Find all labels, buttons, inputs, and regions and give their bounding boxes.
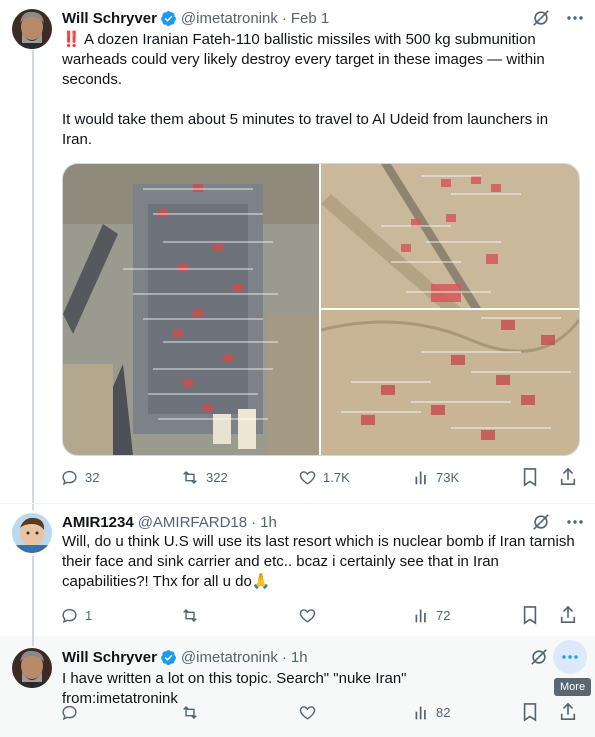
views-count: 73K [436, 469, 460, 485]
author-handle[interactable]: @imetatronink [181, 10, 278, 27]
share-icon[interactable] [559, 467, 577, 492]
repost-icon [183, 705, 197, 719]
views-icon [415, 609, 426, 622]
tweet-header: Will Schryver @imetatronink · Feb 1 [62, 8, 329, 28]
repost-icon [183, 608, 197, 622]
repost-button[interactable] [180, 703, 298, 722]
reply-icon [62, 608, 77, 623]
timestamp[interactable]: 1h [291, 649, 308, 666]
more-tooltip: More [554, 678, 592, 696]
like-button[interactable] [298, 606, 413, 625]
bookmark-share-group [521, 702, 577, 727]
tweet-header: AMIR1234 @AMIRFARD18 · 1h [62, 512, 277, 532]
author-handle[interactable]: @AMIRFARD18 [138, 514, 247, 531]
tweet-text-paragraph-1: A dozen Iranian Fateh-110 ballistic miss… [62, 31, 545, 88]
like-button[interactable] [298, 703, 413, 722]
grok-icon[interactable] [529, 647, 549, 667]
tweet-text: Will, do u think U.S will use its last r… [62, 533, 575, 590]
timestamp[interactable]: 1h [260, 514, 277, 531]
tweet-actions: 1 72 [60, 605, 583, 625]
bookmark-share-group [521, 605, 577, 630]
reply-count: 32 [85, 469, 100, 485]
tweet-text-paragraph-2: It would take them about 5 minutes to tr… [62, 111, 549, 148]
thread-line-3 [32, 636, 34, 646]
more-icon[interactable] [565, 512, 585, 532]
verified-badge-icon [160, 10, 177, 27]
grok-icon[interactable] [531, 512, 551, 532]
verified-badge-icon [160, 649, 177, 666]
views-count: 82 [436, 704, 451, 720]
timestamp[interactable]: Feb 1 [291, 10, 329, 27]
repost-button[interactable]: 322 [180, 468, 298, 487]
avatar[interactable] [12, 9, 52, 49]
media-grid[interactable] [62, 163, 580, 456]
repost-button[interactable] [180, 606, 298, 625]
repost-count: 322 [206, 469, 228, 485]
author-name[interactable]: AMIR1234 [62, 514, 134, 531]
views-button[interactable]: 73K [413, 469, 523, 486]
like-count: 1.7K [323, 469, 350, 485]
views-button[interactable]: 82 [413, 704, 523, 721]
divider [0, 503, 595, 504]
avatar[interactable] [12, 648, 52, 688]
views-icon [415, 471, 426, 484]
tweet-top-actions [529, 640, 587, 674]
tweet-header: Will Schryver @imetatronink · 1h [62, 647, 308, 667]
avatar[interactable] [12, 513, 52, 553]
satellite-image-top-right[interactable] [321, 164, 579, 308]
thread-line-2 [32, 556, 34, 644]
like-icon [299, 470, 316, 485]
like-button[interactable]: 1.7K [298, 468, 413, 487]
more-icon[interactable] [553, 640, 587, 674]
views-button[interactable]: 72 [413, 607, 523, 624]
separator-dot: · [281, 9, 287, 27]
tweet-top-actions [531, 8, 585, 28]
tweet-actions: 82 [60, 702, 583, 722]
separator-dot: · [281, 648, 287, 666]
views-count: 72 [436, 607, 451, 623]
bookmark-icon[interactable] [521, 467, 539, 492]
tweet-text: ‼️ A dozen Iranian Fateh-110 ballistic m… [62, 30, 577, 150]
views-icon [415, 706, 426, 719]
reply-button[interactable]: 32 [60, 468, 180, 487]
grok-icon[interactable] [531, 8, 551, 28]
reply-icon [62, 470, 77, 485]
share-icon[interactable] [559, 702, 577, 727]
repost-icon [183, 470, 197, 484]
reply-icon [62, 705, 77, 720]
reply-button[interactable] [60, 703, 180, 722]
more-icon[interactable] [565, 8, 585, 28]
like-icon [299, 608, 316, 623]
satellite-image-bottom-right[interactable] [320, 310, 579, 455]
alert-emoji: ‼️ [62, 31, 81, 48]
bookmark-share-group [521, 467, 577, 492]
separator-dot: · [251, 513, 257, 531]
author-name[interactable]: Will Schryver [62, 649, 157, 666]
author-handle[interactable]: @imetatronink [181, 649, 278, 666]
tweet-top-actions [531, 512, 585, 532]
satellite-image-left[interactable] [63, 164, 319, 455]
share-icon[interactable] [559, 605, 577, 630]
reply-count: 1 [85, 607, 93, 623]
bookmark-icon[interactable] [521, 605, 539, 630]
thread-line-1 [32, 50, 34, 510]
tweet-actions: 32 322 1.7K 73K [60, 467, 583, 487]
author-name[interactable]: Will Schryver [62, 10, 157, 27]
like-icon [299, 705, 316, 720]
reply-button[interactable]: 1 [60, 606, 180, 625]
bookmark-icon[interactable] [521, 702, 539, 727]
